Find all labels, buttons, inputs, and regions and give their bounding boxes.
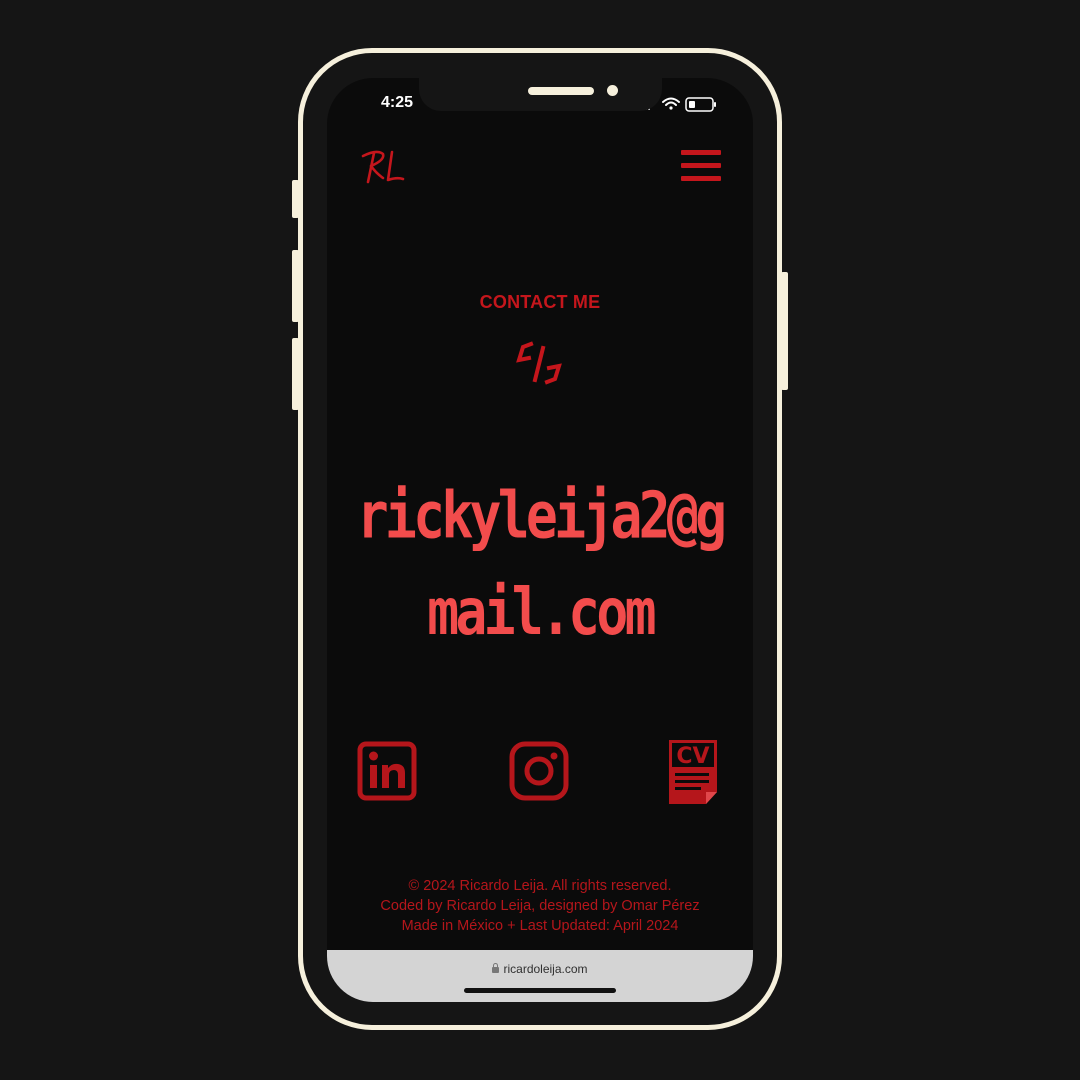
footer-credits: Coded by Ricardo Leija, designed by Omar… (380, 898, 700, 914)
footer-origin: Made in México + Last Updated: April 202… (401, 918, 679, 934)
browser-url-bar[interactable]: ricardoleija.com (327, 950, 753, 1002)
front-camera (607, 85, 618, 96)
home-indicator[interactable] (464, 988, 616, 993)
speaker-grille (528, 87, 594, 95)
rl-logo[interactable] (359, 146, 409, 186)
cv-document-icon[interactable]: CV (667, 738, 729, 804)
footer-copyright: © 2024 Ricardo Leija. All rights reserve… (408, 878, 672, 894)
battery-icon (685, 97, 716, 112)
status-time: 4:25 (381, 94, 414, 111)
code-brackets-icon (516, 341, 562, 385)
linkedin-icon[interactable] (357, 738, 419, 804)
canvas: 4:25 CONTACT ME rickyleija2@g mail.com C… (0, 0, 1080, 1080)
email-link[interactable]: rickyleija2@g mail.com (342, 468, 738, 661)
hamburger-menu-icon[interactable] (679, 148, 723, 184)
cv-label: CV (676, 744, 709, 769)
footer: © 2024 Ricardo Leija. All rights reserve… (327, 876, 753, 936)
power-button (781, 272, 788, 390)
notch (419, 78, 662, 111)
email-line-2: mail.com (427, 575, 656, 650)
url-text: ricardoleija.com (503, 962, 588, 976)
phone-screen: 4:25 CONTACT ME rickyleija2@g mail.com C… (327, 78, 753, 1002)
lock-icon (492, 963, 500, 973)
url-display[interactable]: ricardoleija.com (327, 962, 753, 976)
email-line-1: rickyleija2@g (356, 479, 727, 554)
instagram-icon[interactable] (509, 738, 571, 804)
wifi-icon (662, 97, 680, 110)
section-title: CONTACT ME (479, 292, 601, 312)
